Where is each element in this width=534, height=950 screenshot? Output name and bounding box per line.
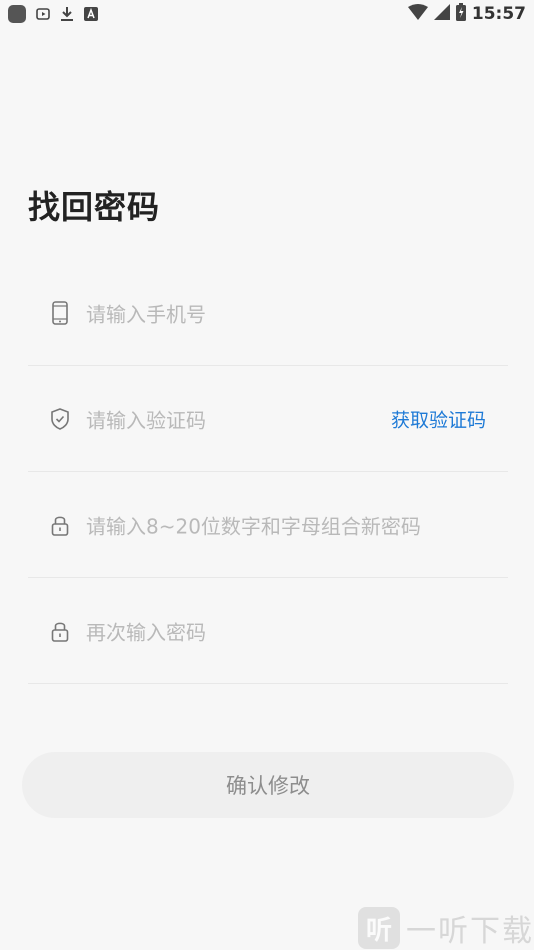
- download-icon: [60, 7, 74, 21]
- code-input[interactable]: 请输入验证码: [86, 404, 206, 433]
- status-right: 15:57: [407, 2, 526, 26]
- page-title: 找回密码: [28, 188, 161, 226]
- phone-field[interactable]: 请输入手机号: [28, 260, 508, 366]
- watermark-text: 一听下载: [406, 914, 534, 949]
- new-password-field[interactable]: 请输入8~20位数字和字母组合新密码: [28, 472, 508, 578]
- battery-charging-icon: [455, 2, 466, 26]
- font-icon: [84, 7, 98, 21]
- code-field[interactable]: 请输入验证码 获取验证码: [28, 366, 508, 472]
- wifi-icon: [407, 3, 428, 25]
- status-bar: 15:57: [0, 0, 534, 28]
- confirm-button[interactable]: 确认修改: [22, 752, 514, 818]
- new-password-input[interactable]: 请输入8~20位数字和字母组合新密码: [86, 510, 421, 539]
- phone-icon: [50, 300, 70, 325]
- watermark: 听 一听下载: [358, 906, 534, 950]
- lock-icon: [50, 619, 70, 643]
- status-time: 15:57: [471, 4, 526, 24]
- play-icon: [36, 7, 50, 21]
- confirm-password-field[interactable]: 再次输入密码: [28, 578, 508, 684]
- app-icon: [8, 5, 26, 23]
- confirm-password-input[interactable]: 再次输入密码: [86, 616, 206, 645]
- phone-input[interactable]: 请输入手机号: [86, 298, 206, 327]
- signal-icon: [433, 3, 450, 25]
- watermark-logo: 听: [358, 907, 400, 949]
- lock-icon: [50, 513, 70, 537]
- shield-icon: [50, 407, 70, 431]
- status-left: [8, 5, 98, 23]
- get-code-button[interactable]: 获取验证码: [391, 405, 486, 432]
